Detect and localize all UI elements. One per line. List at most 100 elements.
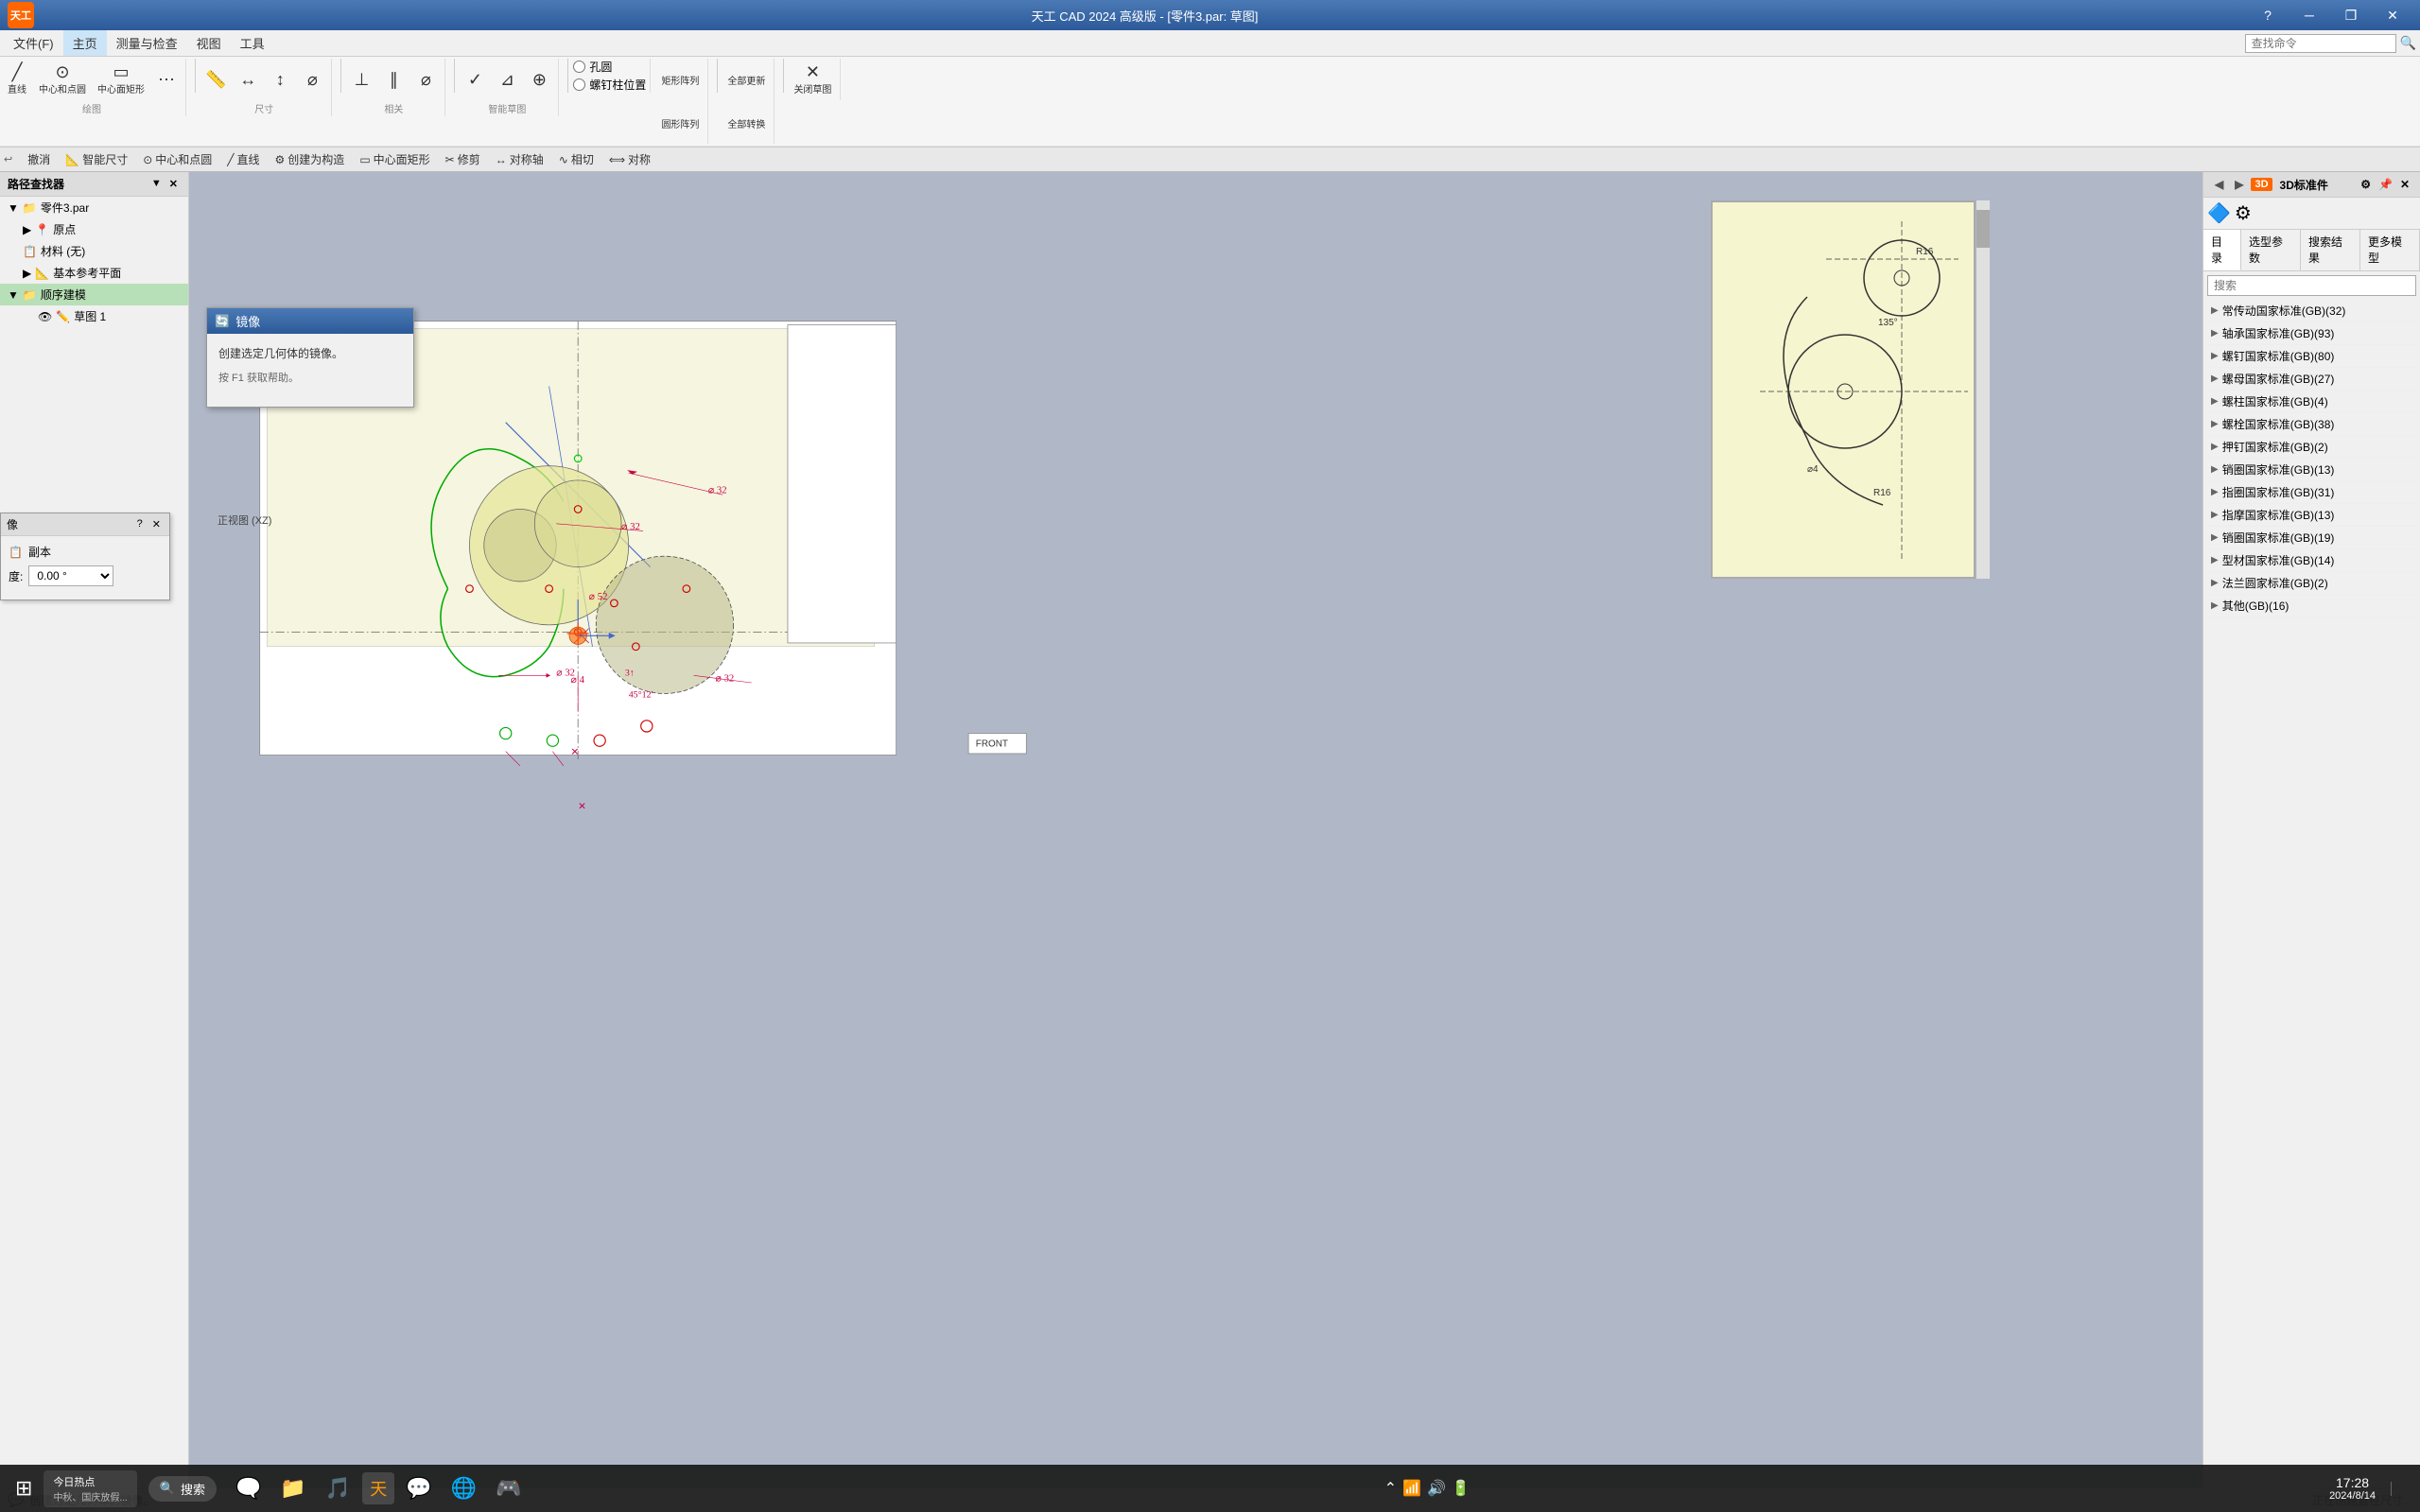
- windows-icon: ⊞: [15, 1476, 32, 1501]
- right-panel-search-input[interactable]: [2207, 275, 2416, 296]
- taskbar-search[interactable]: 🔍 搜索: [148, 1476, 217, 1502]
- toolbar-btn-smart1[interactable]: ✓: [460, 59, 490, 100]
- sketch-tool-smart-dim[interactable]: 📐 智能尺寸: [58, 148, 135, 170]
- tree-item-material[interactable]: 📋 材料 (无): [0, 240, 188, 262]
- right-tree-item-13[interactable]: ▶ 其他(GB)(16): [2203, 595, 2420, 617]
- right-tree-item-6[interactable]: ▶ 押钉国家标准(GB)(2): [2203, 436, 2420, 459]
- menu-home[interactable]: 主页: [63, 30, 107, 56]
- sketch-tool-undo[interactable]: 撤消: [20, 148, 58, 170]
- sketch-tool-tangent[interactable]: ∿ 相切: [551, 148, 601, 170]
- help-btn[interactable]: ?: [2248, 2, 2288, 28]
- radio-pin[interactable]: [573, 78, 585, 91]
- close-btn[interactable]: ✕: [2373, 2, 2412, 28]
- menu-measure[interactable]: 测量与检查: [107, 30, 187, 56]
- tray-wifi-icon[interactable]: 📶: [1402, 1479, 1421, 1498]
- sketch-tool-construct[interactable]: ⚙ 创建为构造: [268, 148, 353, 170]
- right-tree-item-5[interactable]: ▶ 螺栓国家标准(GB)(38): [2203, 413, 2420, 436]
- toolbar-btn-dim4[interactable]: ⌀: [297, 59, 327, 100]
- sketch-tool-mirror[interactable]: ⟺ 对称: [601, 148, 658, 170]
- right-tree-item-0[interactable]: ▶ 常传动国家标准(GB)(32): [2203, 300, 2420, 322]
- taskbar-app-media[interactable]: 🎵: [318, 1472, 358, 1504]
- right-tree-item-12[interactable]: ▶ 法兰圆家标准(GB)(2): [2203, 572, 2420, 595]
- right-tree-item-9[interactable]: ▶ 指摩国家标准(GB)(13): [2203, 504, 2420, 527]
- toolbar-btn-dim3[interactable]: ↕: [265, 59, 295, 100]
- search-command-icon[interactable]: 🔍: [2400, 35, 2416, 51]
- feature-tree-collapse-btn[interactable]: ▼: [148, 177, 165, 191]
- tree-item-ordered[interactable]: ▼ 📁 顺序建模: [0, 284, 188, 305]
- right-panel-tab-catalog[interactable]: 目录: [2203, 230, 2241, 270]
- toolbar-btn-rel3[interactable]: ⌀: [410, 59, 441, 100]
- clock[interactable]: 17:28 2024/8/14: [2325, 1471, 2379, 1505]
- right-tree-item-3[interactable]: ▶ 螺母国家标准(GB)(27): [2203, 368, 2420, 391]
- menu-file[interactable]: 文件(F): [4, 30, 63, 56]
- right-panel-3d-icon2[interactable]: ⚙: [2235, 201, 2252, 225]
- toolbar-btn-full-convert[interactable]: 全部转换: [723, 102, 770, 144]
- tree-item-sketch1[interactable]: 👁 ✏️ 草图 1: [0, 305, 188, 327]
- taskbar-app-files[interactable]: 📁: [272, 1472, 313, 1504]
- sketch-tool-symmetry-axis[interactable]: ↔ 对称轴: [488, 148, 551, 170]
- toolbar-btn-rel1[interactable]: ⊥: [346, 59, 376, 100]
- taskbar-app-msg[interactable]: 💬: [398, 1472, 439, 1504]
- right-panel-close-btn[interactable]: ✕: [2397, 177, 2412, 192]
- search-command-input[interactable]: [2245, 34, 2396, 53]
- toolbar-btn-full-update[interactable]: 全部更新: [723, 59, 770, 100]
- image-panel-help-btn[interactable]: ?: [134, 517, 146, 531]
- canvas-area[interactable]: 正视图 (XZ): [189, 172, 2202, 1487]
- right-panel-nav-next[interactable]: ▶: [2231, 176, 2247, 193]
- right-tree-item-4[interactable]: ▶ 螺柱国家标准(GB)(4): [2203, 391, 2420, 413]
- right-tree-item-1[interactable]: ▶ 轴承国家标准(GB)(93): [2203, 322, 2420, 345]
- right-panel-tab-more[interactable]: 更多模型: [2360, 230, 2420, 270]
- tree-item-origin[interactable]: ▶ 📍 原点: [0, 218, 188, 240]
- taskbar-app-game[interactable]: 🎮: [488, 1472, 529, 1504]
- today-hot-topic[interactable]: 今日热点 中秋、国庆放假...: [44, 1470, 136, 1507]
- right-tree-item-2[interactable]: ▶ 螺钉国家标准(GB)(80): [2203, 345, 2420, 368]
- taskbar-app-chat[interactable]: 🗨️: [228, 1472, 269, 1504]
- right-tree-item-8[interactable]: ▶ 指圈国家标准(GB)(31): [2203, 481, 2420, 504]
- toolbar-btn-circle-array[interactable]: 圆形阵列: [656, 102, 704, 144]
- show-desktop-btn[interactable]: [2383, 1478, 2412, 1500]
- right-tree-item-7[interactable]: ▶ 销圈国家标准(GB)(13): [2203, 459, 2420, 481]
- tray-volume-icon[interactable]: 🔊: [1427, 1479, 1446, 1498]
- toolbar-btn-rect-array[interactable]: 矩形阵列: [656, 59, 704, 100]
- start-button[interactable]: ⊞: [8, 1472, 40, 1504]
- image-panel-close-btn[interactable]: ✕: [149, 517, 164, 531]
- vertical-scrollbar[interactable]: [1976, 200, 1990, 579]
- svg-text:⌀ 32: ⌀ 32: [708, 485, 727, 496]
- right-panel-tab-params[interactable]: 选型参数: [2241, 230, 2301, 270]
- right-tree-item-11[interactable]: ▶ 型材国家标准(GB)(14): [2203, 549, 2420, 572]
- sketch-tool-center-rect[interactable]: ▭ 中心面矩形: [352, 148, 437, 170]
- menu-tools[interactable]: 工具: [231, 30, 274, 56]
- right-panel-tab-results[interactable]: 搜索结果: [2301, 230, 2360, 270]
- feature-tree-close-btn[interactable]: ✕: [166, 177, 181, 191]
- tree-item-planes[interactable]: ▶ 📐 基本参考平面: [0, 262, 188, 284]
- toolbar-btn-smart3[interactable]: ⊕: [524, 59, 554, 100]
- sketch-tool-trim[interactable]: ✂ 修剪: [438, 148, 488, 170]
- toolbar-sep-6: [783, 59, 784, 93]
- sketch-tool-line[interactable]: ╱ 直线: [219, 148, 267, 170]
- radio-hole[interactable]: [573, 61, 585, 73]
- menu-view[interactable]: 视图: [187, 30, 231, 56]
- taskbar-app-cad[interactable]: 天: [362, 1472, 394, 1504]
- minimize-btn[interactable]: ─: [2289, 2, 2329, 28]
- toolbar-btn-rect[interactable]: ▭ 中心面矩形: [93, 59, 149, 100]
- toolbar-btn-dim1[interactable]: 📏: [200, 59, 231, 100]
- right-panel-3d-icon1[interactable]: 🔷: [2207, 201, 2231, 225]
- right-panel-settings-icon[interactable]: ⚙: [2358, 177, 2374, 192]
- toolbar-btn-line[interactable]: ╱ 直线: [2, 59, 32, 100]
- toolbar-btn-rel2[interactable]: ∥: [378, 59, 409, 100]
- toolbar-btn-more-draw[interactable]: ⋯: [151, 59, 182, 100]
- right-tree-item-10[interactable]: ▶ 销圈国家标准(GB)(19): [2203, 527, 2420, 549]
- taskbar-app-browser[interactable]: 🌐: [444, 1472, 484, 1504]
- tray-battery-icon[interactable]: 🔋: [1452, 1479, 1471, 1498]
- tree-item-file[interactable]: ▼ 📁 零件3.par: [0, 197, 188, 218]
- toolbar-btn-circle[interactable]: ⊙ 中心和点圆: [34, 59, 91, 100]
- toolbar-btn-dim2[interactable]: ↔: [233, 59, 263, 100]
- toolbar-btn-smart2[interactable]: ⊿: [492, 59, 522, 100]
- sketch-tool-circle[interactable]: ⊙ 中心和点圆: [135, 148, 219, 170]
- image-panel-angle-select[interactable]: 0.00 ° 45.00 ° 90.00 ° 180.00 °: [28, 565, 113, 586]
- tray-caret-icon[interactable]: ⌃: [1384, 1479, 1397, 1498]
- right-panel-pin-icon[interactable]: 📌: [2376, 177, 2395, 192]
- toolbar-btn-close-sketch[interactable]: ✕ 关闭草图: [789, 59, 836, 100]
- right-panel-nav-prev[interactable]: ◀: [2211, 176, 2227, 193]
- restore-btn[interactable]: ❐: [2331, 2, 2371, 28]
